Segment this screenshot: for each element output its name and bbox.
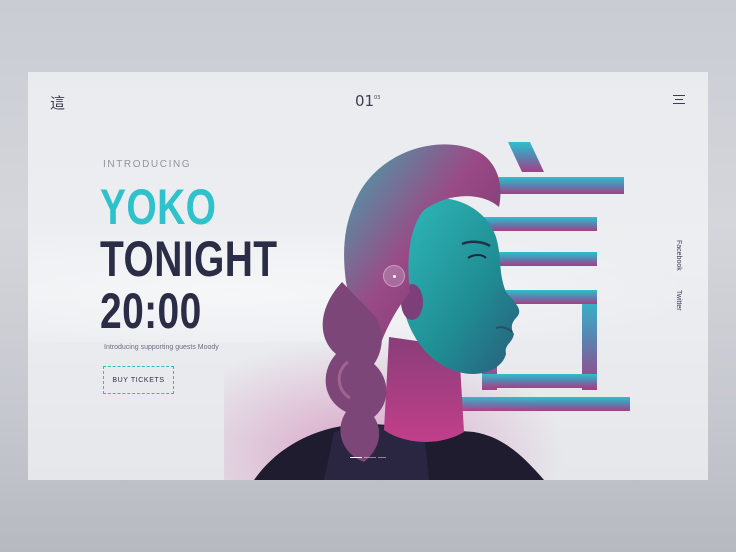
slider-dot-1[interactable] (350, 457, 362, 458)
menu-icon[interactable] (673, 95, 685, 105)
facebook-link[interactable]: Facebook (675, 240, 682, 271)
headline-time: 20:00 (100, 283, 202, 339)
slide-counter: 01 (355, 92, 375, 110)
subtitle-text: Introducing supporting guests Moody (104, 344, 219, 351)
portrait-photo (224, 144, 564, 480)
twitter-link[interactable]: Twitter (675, 290, 682, 311)
buy-tickets-button[interactable]: BUY TICKETS (103, 366, 174, 394)
slider-dot-2[interactable] (364, 457, 376, 458)
slide-total: 03 (374, 95, 381, 101)
slider-dot-3[interactable] (378, 457, 386, 458)
play-icon[interactable] (383, 265, 405, 287)
headline-tonight: TONIGHT (100, 231, 278, 287)
hero-card: 這 01 03 INTRODUCING YOKO TONIGHT 20:00 I… (28, 72, 708, 480)
headline-artist: YOKO (100, 179, 217, 235)
eyebrow-text: INTRODUCING (103, 159, 192, 170)
logo[interactable]: 這 (50, 92, 65, 113)
